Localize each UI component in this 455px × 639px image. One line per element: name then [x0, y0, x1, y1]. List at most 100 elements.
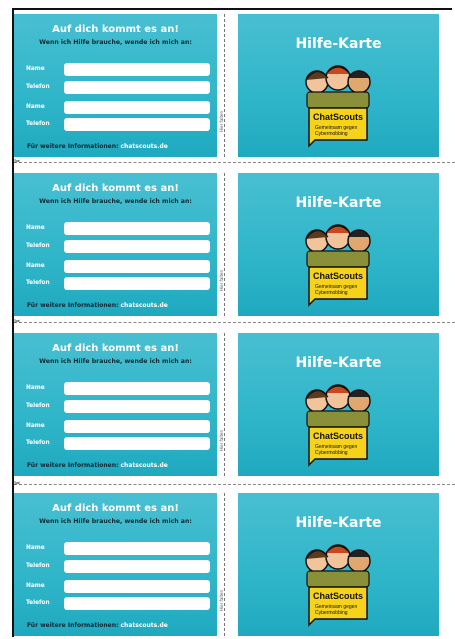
help-card-back: Hilfe-Karte ChatScouts Gemeinsam gegen C…	[238, 173, 439, 316]
fold-line	[224, 14, 226, 157]
logo-tagline-2: Cybermobbing	[315, 610, 348, 616]
phone-label: Telefon	[26, 563, 50, 569]
name-field-row-1: Name	[26, 542, 211, 555]
scissors-icon: ✂	[14, 317, 21, 326]
phone-input[interactable]	[64, 277, 210, 290]
fold-label: Hier falten	[219, 269, 224, 291]
card-subheading: Wenn ich Hilfe brauche, wende ich mich a…	[39, 39, 192, 46]
name-field-row-1: Name	[26, 222, 211, 235]
hilfe-karte-title: Hilfe-Karte	[295, 355, 382, 371]
logo-tagline-2: Cybermobbing	[315, 450, 348, 456]
name-input[interactable]	[64, 382, 210, 395]
phone-input[interactable]	[64, 560, 210, 573]
name-label: Name	[26, 583, 45, 589]
name-label: Name	[26, 225, 45, 231]
card-subheading: Wenn ich Hilfe brauche, wende ich mich a…	[39, 358, 192, 365]
name-field-row-2: Name	[26, 260, 211, 273]
chatscouts-logo: ChatScouts Gemeinsam gegen Cybermobbing	[305, 224, 371, 307]
logo-name: ChatScouts	[313, 591, 363, 601]
help-card-back: Hilfe-Karte ChatScouts Gemeinsam gegen C…	[238, 493, 439, 636]
name-field-row-1: Name	[26, 63, 211, 76]
card-subheading: Wenn ich Hilfe brauche, wende ich mich a…	[39, 518, 192, 525]
card-heading: Auf dich kommt es an!	[52, 503, 179, 514]
help-card-back: Hilfe-Karte ChatScouts Gemeinsam gegen C…	[238, 14, 439, 157]
scissors-icon: ✂	[14, 479, 21, 488]
card-footer: Für weitere Informationen: chatscouts.de	[27, 622, 168, 629]
name-label: Name	[26, 545, 45, 551]
name-input[interactable]	[64, 420, 210, 433]
phone-input[interactable]	[64, 400, 210, 413]
phone-field-row-2: Telefon	[26, 437, 211, 450]
card-subheading: Wenn ich Hilfe brauche, wende ich mich a…	[39, 198, 192, 205]
chatscouts-logo: ChatScouts Gemeinsam gegen Cybermobbing	[305, 384, 371, 467]
logo-tagline-2: Cybermobbing	[315, 131, 348, 137]
help-card-front: Auf dich kommt es an! Wenn ich Hilfe bra…	[14, 333, 217, 476]
help-card-front: Auf dich kommt es an! Wenn ich Hilfe bra…	[14, 14, 217, 157]
name-label: Name	[26, 263, 45, 269]
phone-input[interactable]	[64, 81, 210, 94]
card-row-1: Auf dich kommt es an! Wenn ich Hilfe bra…	[14, 14, 455, 157]
phone-field-row-2: Telefon	[26, 597, 211, 610]
phone-label: Telefon	[26, 280, 50, 286]
help-card-front: Auf dich kommt es an! Wenn ich Hilfe bra…	[14, 173, 217, 316]
phone-input[interactable]	[64, 240, 210, 253]
name-label: Name	[26, 423, 45, 429]
cut-line	[14, 322, 455, 324]
name-field-row-2: Name	[26, 580, 211, 593]
name-input[interactable]	[64, 101, 210, 114]
phone-field-row-1: Telefon	[26, 240, 211, 253]
scissors-icon: ✂	[14, 157, 21, 166]
phone-label: Telefon	[26, 121, 50, 127]
card-heading: Auf dich kommt es an!	[52, 343, 179, 354]
card-row-4: Auf dich kommt es an! Wenn ich Hilfe bra…	[14, 493, 455, 636]
card-heading: Auf dich kommt es an!	[52, 24, 179, 35]
card-footer: Für weitere Informationen: chatscouts.de	[27, 143, 168, 150]
logo-name: ChatScouts	[313, 112, 363, 122]
fold-label: Hier falten	[219, 110, 224, 132]
footer-text: Für weitere Informationen:	[27, 143, 119, 150]
phone-field-row-1: Telefon	[26, 400, 211, 413]
footer-link[interactable]: chatscouts.de	[121, 143, 168, 150]
fold-line	[224, 493, 226, 636]
phone-field-row-2: Telefon	[26, 277, 211, 290]
phone-input[interactable]	[64, 597, 210, 610]
phone-field-row-1: Telefon	[26, 81, 211, 94]
phone-label: Telefon	[26, 243, 50, 249]
phone-field-row-2: Telefon	[26, 118, 211, 131]
card-footer: Für weitere Informationen: chatscouts.de	[27, 302, 168, 309]
hilfe-karte-title: Hilfe-Karte	[295, 515, 382, 531]
fold-label: Hier falten	[219, 589, 224, 611]
name-label: Name	[26, 385, 45, 391]
name-input[interactable]	[64, 63, 210, 76]
name-input[interactable]	[64, 580, 210, 593]
name-input[interactable]	[64, 542, 210, 555]
help-card-front: Auf dich kommt es an! Wenn ich Hilfe bra…	[14, 493, 217, 636]
phone-input[interactable]	[64, 437, 210, 450]
card-heading: Auf dich kommt es an!	[52, 183, 179, 194]
name-input[interactable]	[64, 260, 210, 273]
cut-line	[14, 484, 455, 486]
footer-link[interactable]: chatscouts.de	[121, 462, 168, 469]
name-field-row-2: Name	[26, 420, 211, 433]
card-row-2: Auf dich kommt es an! Wenn ich Hilfe bra…	[14, 173, 455, 316]
footer-text: Für weitere Informationen:	[27, 302, 119, 309]
logo-tagline-2: Cybermobbing	[315, 290, 348, 296]
footer-link[interactable]: chatscouts.de	[121, 622, 168, 629]
fold-label: Hier falten	[219, 429, 224, 451]
logo-name: ChatScouts	[313, 431, 363, 441]
phone-input[interactable]	[64, 118, 210, 131]
logo-name: ChatScouts	[313, 271, 363, 281]
help-card-back: Hilfe-Karte ChatScouts Gemeinsam gegen C…	[238, 333, 439, 476]
phone-label: Telefon	[26, 600, 50, 606]
footer-text: Für weitere Informationen:	[27, 462, 119, 469]
cut-line	[14, 162, 455, 164]
phone-label: Telefon	[26, 84, 50, 90]
footer-link[interactable]: chatscouts.de	[121, 302, 168, 309]
name-input[interactable]	[64, 222, 210, 235]
fold-line	[224, 173, 226, 316]
hilfe-karte-title: Hilfe-Karte	[295, 195, 382, 211]
chatscouts-logo: ChatScouts Gemeinsam gegen Cybermobbing	[305, 544, 371, 627]
name-field-row-2: Name	[26, 101, 211, 114]
name-field-row-1: Name	[26, 382, 211, 395]
chatscouts-logo: ChatScouts Gemeinsam gegen Cybermobbing	[305, 65, 371, 148]
